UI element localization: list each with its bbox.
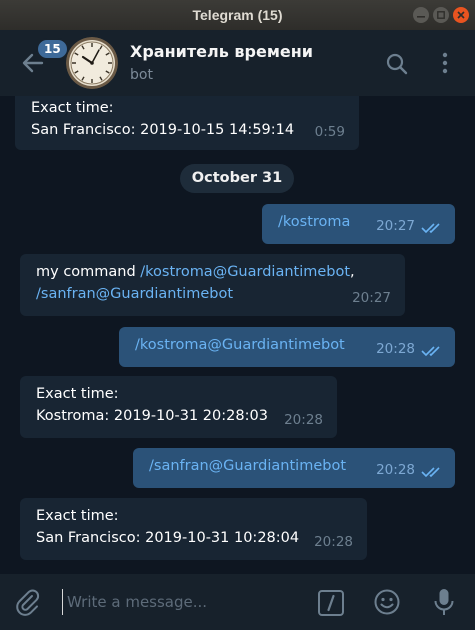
- message-text-line: Exact time:: [31, 100, 114, 116]
- command-link[interactable]: /kostroma@Guardiantimebot: [140, 264, 350, 280]
- chat-subtitle: bot: [130, 67, 153, 83]
- more-menu-icon[interactable]: [433, 51, 457, 75]
- avatar[interactable]: [66, 37, 118, 89]
- command-link[interactable]: /kostroma: [278, 214, 350, 230]
- minimize-button[interactable]: [413, 7, 429, 23]
- message-text: my command: [36, 264, 141, 280]
- window-title: Telegram (15): [192, 7, 283, 23]
- message-time: 20:27: [376, 218, 415, 234]
- minimize-icon: [417, 16, 425, 18]
- date-separator: October 31: [180, 164, 294, 193]
- command-link[interactable]: /sanfran@Guardiantimebot: [149, 458, 346, 474]
- search-icon[interactable]: [385, 52, 409, 76]
- message-text-line: my command /kostroma@Guardiantimebot,: [36, 261, 389, 283]
- chat-header: 15 Хранитель времени bot: [0, 30, 475, 96]
- command-link[interactable]: /sanfran@Guardiantimebot: [36, 286, 233, 302]
- message-text-line: San Francisco: 2019-10-15 14:59:14: [31, 122, 295, 138]
- message-text-line: /sanfran@Guardiantimebot: [36, 283, 389, 305]
- message-outgoing[interactable]: /kostroma@Guardiantimebot 20:28: [119, 327, 455, 367]
- emoji-icon[interactable]: [373, 588, 401, 616]
- message-text-line: San Francisco: 2019-10-31 10:28:04: [36, 530, 300, 546]
- close-icon: [457, 11, 465, 19]
- message-text-line: Exact time:: [36, 508, 119, 524]
- message-text: ,: [350, 264, 355, 280]
- message-incoming[interactable]: Exact time: San Francisco: 2019-10-31 10…: [20, 498, 367, 560]
- message-input[interactable]: [62, 589, 292, 615]
- message-time: 20:28: [376, 341, 415, 357]
- window-titlebar: Telegram (15): [0, 0, 475, 30]
- command-link[interactable]: /kostroma@Guardiantimebot: [135, 337, 345, 353]
- bot-commands-icon[interactable]: [317, 589, 345, 617]
- message-incoming[interactable]: my command /kostroma@Guardiantimebot, /s…: [20, 254, 405, 316]
- message-time: 0:59: [314, 124, 345, 140]
- clock-avatar-icon: [66, 37, 118, 89]
- message-incoming[interactable]: Exact time: San Francisco: 2019-10-15 14…: [15, 96, 359, 150]
- message-text-line: Exact time:: [36, 386, 119, 402]
- message-time: 20:27: [352, 290, 391, 306]
- close-window-button[interactable]: [453, 7, 469, 23]
- read-checkmarks-icon: [421, 467, 440, 478]
- message-outgoing[interactable]: /sanfran@Guardiantimebot 20:28: [133, 448, 455, 488]
- message-composer: [0, 574, 475, 630]
- message-time: 20:28: [314, 534, 353, 550]
- message-incoming[interactable]: Exact time: Kostroma: 2019-10-31 20:28:0…: [20, 376, 337, 438]
- message-time: 20:28: [284, 412, 323, 428]
- paperclip-icon[interactable]: [14, 588, 42, 616]
- read-checkmarks-icon: [421, 223, 440, 234]
- microphone-icon[interactable]: [431, 587, 457, 617]
- maximize-icon: [437, 11, 445, 19]
- read-checkmarks-icon: [421, 346, 440, 357]
- message-time: 20:28: [376, 462, 415, 478]
- chat-title[interactable]: Хранитель времени: [130, 42, 313, 61]
- message-list[interactable]: Exact time: San Francisco: 2019-10-15 14…: [0, 96, 475, 574]
- message-text-line: Kostroma: 2019-10-31 20:28:03: [36, 408, 268, 424]
- maximize-button[interactable]: [433, 7, 449, 23]
- unread-badge: 15: [36, 38, 69, 60]
- message-outgoing[interactable]: /kostroma 20:27: [262, 204, 455, 244]
